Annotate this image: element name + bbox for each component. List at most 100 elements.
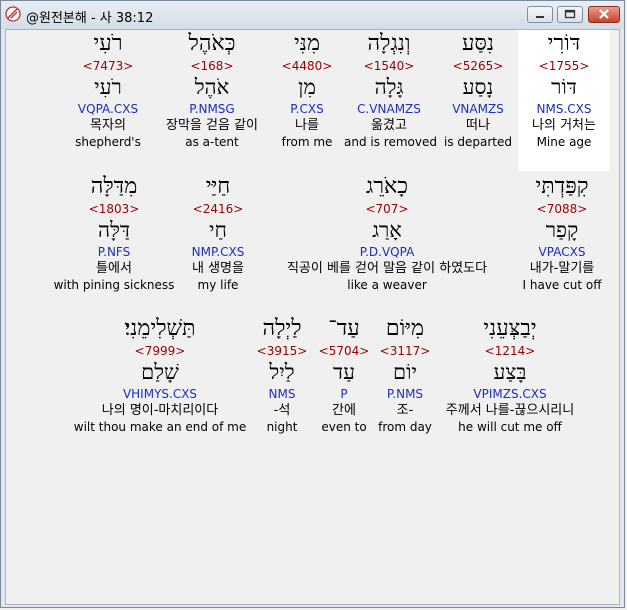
english-gloss: even to (321, 420, 367, 434)
word-column[interactable]: יְבַצְּעֵנִי <1214> בָּצַע VPIMZS.CXS 주께… (430, 315, 590, 435)
hebrew-word: יְבַצְּעֵנִי (483, 316, 537, 341)
title-bar[interactable]: @원전본해 - 사 38:12 (1, 1, 624, 29)
korean-gloss: 주께서 나를-끊으시리니 (445, 403, 575, 418)
close-button[interactable] (588, 6, 620, 23)
strong-number[interactable]: <7999> (72, 343, 248, 359)
morph-code[interactable]: NMS (250, 386, 314, 402)
word-column[interactable]: מִיּוֹם <3117> יוֹם P.NMS 조- from day (372, 315, 438, 435)
english-gloss: from day (378, 420, 432, 434)
hebrew-word: דּוֹרִי (547, 31, 581, 56)
morph-code[interactable]: P.NFS (50, 244, 178, 260)
word-column[interactable]: קִפַּדְתִּי <7088> קָפַר VPACXS 내가-말기를 I… (514, 173, 610, 293)
morph-code[interactable]: P.CXS (276, 101, 338, 117)
hebrew-word: וְנִגְלָה (367, 31, 411, 56)
english-gloss: with pining sickness (53, 278, 175, 292)
word-column[interactable]: לַיְלָה <3915> לַיִל NMS -석 night (250, 315, 314, 435)
english-gloss: he will cut me off (458, 420, 562, 434)
lemma-word: מִן (298, 75, 316, 99)
word-column[interactable]: וְנִגְלָה <1540> גָּלָה C.VNAMZS 옮겼고 and… (344, 30, 437, 150)
korean-gloss: 장막을 걷음 같이 (166, 118, 258, 133)
strong-number[interactable]: <7473> (68, 58, 148, 74)
english-gloss: from me (281, 135, 333, 149)
word-column[interactable]: מִנִּי <4480> מִן P.CXS 나를 from me (276, 30, 338, 150)
window-title: @원전본해 - 사 38:12 (26, 11, 154, 26)
strong-number[interactable]: <5265> (444, 58, 512, 74)
korean-gloss: 떠나 (466, 118, 490, 133)
word-column[interactable]: דּוֹרִי <1755> דּוֹר NMS.CXS 나의 거처는 Mine… (518, 30, 610, 171)
minimize-button[interactable] (527, 6, 553, 23)
lemma-word: לַיִל (269, 360, 295, 384)
korean-gloss: 옮겼고 (371, 118, 407, 133)
strong-number[interactable]: <3117> (372, 343, 438, 359)
word-column[interactable]: מִדַּלָּה <1803> דַּלָּה P.NFS 틀에서 with … (50, 173, 178, 293)
lemma-word: נָסַע (462, 75, 494, 99)
morph-code[interactable]: VPIMZS.CXS (430, 386, 590, 402)
word-column[interactable]: רֹעִי <7473> רֹעִי VQPA.CXS 목자의 shepherd… (68, 30, 148, 150)
korean-gloss: 틀에서 (96, 261, 132, 276)
morph-code[interactable]: NMP.CXS (178, 244, 258, 260)
morph-code[interactable]: P (316, 386, 372, 402)
hebrew-word: נִסַּע (461, 31, 495, 56)
word-column[interactable]: תַּשְׁלִימֵנִי׃ <7999> שָׁלַם VHIMYS.CXS… (72, 315, 248, 435)
hebrew-word: רֹעִי (93, 31, 123, 56)
morph-code[interactable]: VPACXS (514, 244, 610, 260)
strong-number[interactable]: <707> (260, 201, 514, 217)
english-gloss: as a-tent (185, 135, 239, 149)
maximize-button[interactable] (557, 6, 583, 23)
lemma-word: עַד (333, 360, 355, 384)
close-icon (599, 9, 609, 19)
strong-number[interactable]: <1803> (50, 201, 178, 217)
korean-gloss: 내가-말기를 (529, 261, 595, 276)
korean-gloss: 내 생명을 (192, 261, 244, 276)
word-column[interactable]: כְּאֹהֶל <168> אֹהֶל P.NMSG 장막을 걷음 같이 as… (148, 30, 276, 150)
morph-code[interactable]: P.NMS (372, 386, 438, 402)
maximize-icon (564, 9, 576, 19)
app-window: @원전본해 - 사 38:12 דּוֹרִי <1755> דּוֹר NMS… (0, 0, 625, 608)
english-gloss: and is removed (344, 135, 437, 149)
strong-number[interactable]: <2416> (178, 201, 258, 217)
lemma-word: דַּלָּה (97, 218, 130, 242)
korean-gloss: 직공이 베를 걷어 말음 같이 하였도다 (286, 261, 488, 276)
korean-gloss: -석 (273, 403, 291, 418)
morph-code[interactable]: C.VNAMZS (344, 101, 434, 117)
lemma-word: אָרַג (372, 218, 402, 242)
strong-number[interactable]: <1755> (518, 58, 610, 74)
morph-code[interactable]: VNAMZS (444, 101, 512, 117)
morph-code[interactable]: VQPA.CXS (68, 101, 148, 117)
morph-code[interactable]: P.D.VQPA (260, 244, 514, 260)
lemma-word: דּוֹר (551, 75, 577, 99)
lemma-word: רֹעִי (94, 75, 122, 99)
hebrew-word: לַיְלָה (262, 316, 302, 341)
strong-number[interactable]: <5704> (316, 343, 372, 359)
interlinear-panel[interactable]: דּוֹרִי <1755> דּוֹר NMS.CXS 나의 거처는 Mine… (5, 29, 620, 605)
strong-number[interactable]: <168> (148, 58, 276, 74)
korean-gloss: 나를 (295, 118, 319, 133)
korean-gloss: 조- (396, 403, 414, 418)
morph-code[interactable]: VHIMYS.CXS (72, 386, 248, 402)
hebrew-word: מִנִּי (294, 31, 320, 56)
hebrew-word: חַיַּי (205, 174, 231, 199)
strong-number[interactable]: <1214> (430, 343, 590, 359)
word-column[interactable]: עַד־ <5704> עַד P 간에 even to (316, 315, 372, 435)
strong-number[interactable]: <4480> (276, 58, 338, 74)
word-column[interactable]: נִסַּע <5265> נָסַע VNAMZS 떠나 is departe… (444, 30, 512, 150)
english-gloss: I have cut off (522, 278, 602, 292)
korean-gloss: 목자의 (90, 118, 126, 133)
strong-number[interactable]: <3915> (250, 343, 314, 359)
lemma-word: חַי (209, 218, 227, 242)
hebrew-word: קִפַּדְתִּי (535, 174, 589, 199)
strong-number[interactable]: <7088> (514, 201, 610, 217)
lemma-word: גָּלָה (374, 75, 404, 99)
lemma-word: בָּצַע (493, 360, 527, 384)
english-gloss: night (266, 420, 298, 434)
word-column[interactable]: כָאֹרֵג <707> אָרַג P.D.VQPA 직공이 베를 걷어 말… (260, 173, 514, 293)
lemma-word: יוֹם (393, 360, 417, 384)
morph-code[interactable]: NMS.CXS (518, 101, 610, 117)
app-logo-icon (5, 6, 21, 22)
korean-gloss: 나의 명이-마치리이다 (101, 403, 219, 418)
lemma-word: שָׁלַם (141, 360, 179, 384)
hebrew-word: כָאֹרֵג (365, 174, 409, 199)
strong-number[interactable]: <1540> (344, 58, 434, 74)
morph-code[interactable]: P.NMSG (148, 101, 276, 117)
word-column[interactable]: חַיַּי <2416> חַי NMP.CXS 내 생명을 my life (178, 173, 258, 293)
